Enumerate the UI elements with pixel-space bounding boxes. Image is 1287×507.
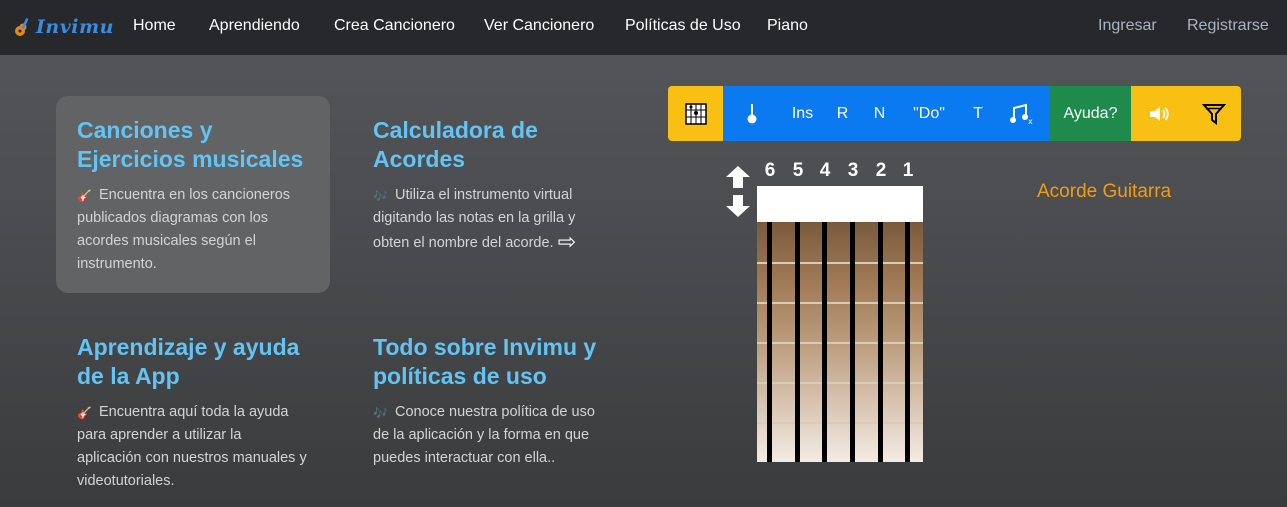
guitar-string-2[interactable] bbox=[878, 222, 883, 462]
card-canciones[interactable]: Canciones y Ejercicios musicales 🎸 Encuen… bbox=[56, 96, 330, 293]
do-button[interactable]: "Do" bbox=[898, 86, 960, 141]
guitar-string-5[interactable] bbox=[795, 222, 800, 462]
arrow-up-icon bbox=[726, 166, 750, 188]
card-text: 🎸 Encuentra en los cancioneros publicados… bbox=[77, 187, 291, 272]
card-calculadora[interactable]: Calculadora de Acordes 🎶 Utiliza el instr… bbox=[352, 96, 626, 286]
filter-icon bbox=[1201, 103, 1226, 125]
string-number-5: 5 bbox=[792, 160, 804, 181]
filter-button[interactable] bbox=[1186, 86, 1241, 141]
nav-ver-cancionero[interactable]: Ver Cancionero bbox=[484, 17, 594, 35]
sound-button[interactable] bbox=[1131, 86, 1186, 141]
guitar-string-6[interactable] bbox=[767, 222, 772, 462]
card-text: 🎶 Conoce nuestra política de uso de la ap… bbox=[373, 404, 595, 466]
guitar-string-4[interactable] bbox=[822, 222, 827, 462]
fret-line bbox=[757, 422, 923, 424]
nav-login[interactable]: Ingresar bbox=[1098, 17, 1157, 35]
brand-logo[interactable]: Invimu bbox=[12, 10, 114, 44]
notes-icon: 🎶 bbox=[373, 406, 388, 420]
string-number-4: 4 bbox=[819, 160, 831, 181]
ins-button[interactable]: Ins bbox=[781, 86, 824, 141]
music-mute-icon: x bbox=[1010, 103, 1033, 125]
nav-aprendiendo[interactable]: Aprendiendo bbox=[209, 17, 300, 35]
r-button[interactable]: R bbox=[824, 86, 861, 141]
nav-register[interactable]: Registrarse bbox=[1187, 17, 1269, 35]
chord-toolbar: Ins R N "Do" T x Ayuda? bbox=[668, 86, 1241, 141]
fretboard-nut[interactable] bbox=[757, 186, 923, 222]
string-number-1: 1 bbox=[902, 160, 914, 181]
guitar-string-1[interactable] bbox=[905, 222, 910, 462]
arrow-down-button[interactable] bbox=[725, 194, 751, 218]
arrow-right-icon[interactable]: ⇨ bbox=[558, 230, 576, 253]
nav-piano[interactable]: Piano bbox=[767, 17, 808, 35]
mute-music-button[interactable]: x bbox=[996, 86, 1050, 141]
fret-line bbox=[757, 302, 923, 304]
card-aprendizaje[interactable]: Aprendizaje y ayuda de la App 🎸 Encuentra… bbox=[56, 313, 330, 503]
brand-name: Invimu bbox=[36, 16, 114, 38]
arrow-up-button[interactable] bbox=[725, 165, 751, 189]
guitar-string-3[interactable] bbox=[850, 222, 855, 462]
card-text: 🎸 Encuentra aquí toda la ayuda para apren… bbox=[77, 404, 307, 489]
t-button[interactable]: T bbox=[960, 86, 996, 141]
card-politicas[interactable]: Todo sobre Invimu y políticas de uso 🎶 Co… bbox=[352, 313, 626, 503]
card-title[interactable]: Calculadora de Acordes bbox=[373, 116, 605, 174]
guitar-icon: 🎸 bbox=[77, 406, 92, 420]
card-text: 🎶 Utiliza el instrumento virtual digitand… bbox=[373, 187, 577, 254]
card-title[interactable]: Aprendizaje y ayuda de la App bbox=[77, 333, 309, 391]
string-number-3: 3 bbox=[847, 160, 859, 181]
string-number-2: 2 bbox=[875, 160, 887, 181]
notes-icon: 🎶 bbox=[373, 189, 388, 203]
card-title[interactable]: Canciones y Ejercicios musicales bbox=[77, 116, 309, 174]
help-button[interactable]: Ayuda? bbox=[1050, 86, 1131, 141]
chord-grid-button[interactable] bbox=[668, 86, 723, 141]
fret-line bbox=[757, 262, 923, 264]
svg-text:x: x bbox=[1028, 117, 1033, 125]
nav-home[interactable]: Home bbox=[133, 17, 176, 35]
tuner-button[interactable] bbox=[723, 86, 781, 141]
guitar-icon: 🎸 bbox=[77, 189, 92, 203]
speaker-icon bbox=[1149, 106, 1169, 121]
n-button[interactable]: N bbox=[861, 86, 898, 141]
fretboard-grid[interactable] bbox=[757, 222, 923, 462]
fret-line bbox=[757, 342, 923, 344]
chord-result-label: Acorde Guitarra bbox=[1037, 181, 1172, 202]
arrow-down-icon bbox=[726, 195, 750, 217]
nav-politicas[interactable]: Políticas de Uso bbox=[625, 17, 741, 35]
string-number-6: 6 bbox=[764, 160, 776, 181]
top-navbar: Invimu Home Aprendiendo Crea Cancionero … bbox=[0, 0, 1287, 55]
nav-crea-cancionero[interactable]: Crea Cancionero bbox=[334, 17, 455, 35]
tuner-icon bbox=[747, 103, 757, 123]
guitar-logo-icon bbox=[15, 18, 29, 36]
card-title[interactable]: Todo sobre Invimu y políticas de uso bbox=[373, 333, 605, 391]
chord-grid-icon bbox=[684, 102, 707, 125]
string-numbers: 6 5 4 3 2 1 bbox=[757, 160, 923, 186]
fret-line bbox=[757, 382, 923, 384]
